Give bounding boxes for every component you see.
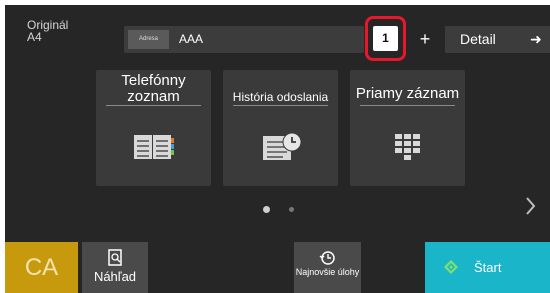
start-icon (444, 260, 458, 274)
preview-label: Náhľad (93, 269, 137, 284)
start-label: Štart (474, 260, 502, 275)
recent-jobs-button[interactable]: Najnovšie úlohy (294, 242, 361, 293)
address-book-icon (134, 135, 174, 159)
page-dot[interactable] (289, 207, 294, 212)
address-value: AAA (179, 32, 204, 46)
detail-label: Detail (460, 31, 496, 47)
card-underline (233, 105, 328, 106)
send-history-icon (263, 132, 302, 160)
shortcut-label: Telefónny zoznam (121, 72, 186, 105)
shortcut-send-history[interactable]: História odoslania (223, 70, 338, 186)
keypad-icon (395, 134, 420, 160)
arrow-right-icon: ➜ (530, 31, 542, 47)
preview-icon (108, 249, 122, 266)
destination-count-highlight: 1 (365, 16, 406, 61)
start-button[interactable]: Štart (425, 242, 550, 293)
shortcut-direct-entry[interactable]: Priamy záznam (350, 70, 465, 186)
clear-all-button[interactable]: CA (5, 242, 78, 293)
original-info[interactable]: Originál A4 (27, 19, 68, 43)
fax-screen: Originál A4 Adresa AAA 1 + Detail ➜ Tele… (5, 5, 550, 293)
preview-button[interactable]: Náhľad (82, 242, 148, 293)
address-tag: Adresa (128, 30, 169, 49)
shortcut-label: História odoslania (232, 90, 329, 104)
bottom-bar: CA Náhľad Najnovšie úlohy Štart (5, 242, 550, 293)
card-underline (106, 105, 201, 106)
chevron-right-icon[interactable] (519, 193, 541, 219)
shortcut-phone-book[interactable]: Telefónny zoznam (96, 70, 211, 186)
page-dot-active[interactable] (263, 206, 270, 213)
card-underline (360, 105, 455, 106)
recent-jobs-label: Najnovšie úlohy (295, 267, 360, 277)
detail-button[interactable]: Detail ➜ (445, 26, 550, 53)
add-destination-button[interactable]: + (410, 26, 440, 53)
destination-count[interactable]: 1 (373, 26, 398, 51)
history-icon (319, 251, 335, 265)
original-size: A4 (27, 30, 42, 44)
shortcut-label: Priamy záznam (355, 85, 460, 102)
address-field[interactable]: Adresa AAA (124, 26, 364, 53)
